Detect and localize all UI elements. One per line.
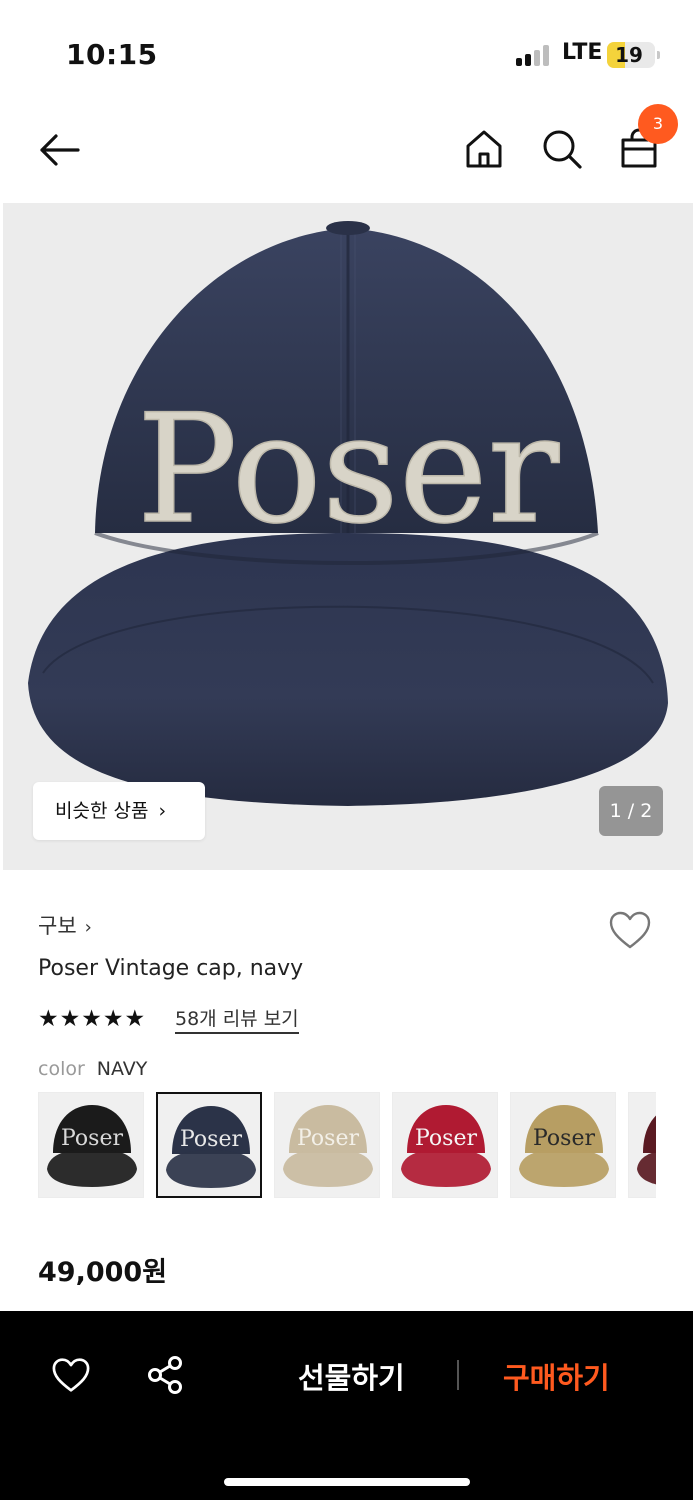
product-name: Poser Vintage cap, navy xyxy=(38,956,304,981)
star-rating: ★★★★★ xyxy=(38,1006,147,1032)
home-icon[interactable] xyxy=(464,128,504,170)
image-pager: 1 / 2 xyxy=(599,786,663,836)
search-icon[interactable] xyxy=(541,128,583,170)
status-bar: 10:15 LTE 19 xyxy=(0,0,693,100)
cap-thumbnail: Poser xyxy=(283,1105,373,1187)
swatch-logo-text: Poser xyxy=(415,1126,477,1151)
cap-logo-text: Poser xyxy=(137,383,560,557)
color-swatches: Poser Poser Poser Poser Poser P xyxy=(38,1092,656,1200)
battery-icon: 19 xyxy=(607,42,660,68)
signal-icon xyxy=(516,44,554,66)
similar-products-button[interactable]: 비슷한 상품 › xyxy=(33,782,205,840)
divider xyxy=(457,1360,459,1390)
swatch-logo-text: Poser xyxy=(61,1126,123,1151)
color-swatch[interactable]: Poser xyxy=(510,1092,616,1198)
reviews-link[interactable]: 58개 리뷰 보기 xyxy=(175,1008,299,1034)
cap-thumbnail: Poser xyxy=(519,1105,609,1187)
chevron-right-icon: › xyxy=(84,917,92,938)
network-type: LTE xyxy=(562,40,603,65)
cap-thumbnail: Poser xyxy=(401,1105,491,1187)
color-swatch[interactable]: Poser xyxy=(392,1092,498,1198)
swatch-logo-text: Poser xyxy=(297,1126,359,1151)
product-image[interactable]: Poser xyxy=(3,203,693,870)
gift-button[interactable]: 선물하기 xyxy=(298,1355,405,1397)
color-label: color xyxy=(38,1058,85,1080)
color-swatch[interactable]: Poser xyxy=(274,1092,380,1198)
chevron-right-icon: › xyxy=(158,800,167,822)
top-nav xyxy=(0,100,693,200)
cart-count-badge: 3 xyxy=(638,104,678,144)
similar-products-label: 비슷한 상품 xyxy=(55,800,149,822)
cap-thumbnail: Poser xyxy=(166,1106,256,1188)
brand-name: 구보 xyxy=(38,914,77,938)
share-icon[interactable] xyxy=(146,1355,184,1395)
battery-level: 19 xyxy=(615,43,643,67)
color-swatch[interactable]: Poser xyxy=(156,1092,262,1198)
cap-illustration: Poser xyxy=(28,221,668,806)
heart-icon[interactable] xyxy=(51,1357,91,1393)
color-value: NAVY xyxy=(96,1058,148,1080)
swatch-logo-text: Poser xyxy=(533,1126,595,1151)
color-row: color NAVY xyxy=(38,1058,147,1080)
buy-button[interactable]: 구매하기 xyxy=(503,1355,610,1397)
home-indicator xyxy=(224,1478,470,1486)
cap-thumbnail: Poser xyxy=(47,1105,137,1187)
product-price: 49,000원 xyxy=(38,1257,168,1288)
color-swatch[interactable]: P xyxy=(628,1092,656,1198)
cap-thumbnail: P xyxy=(637,1115,656,1185)
heart-icon[interactable] xyxy=(608,910,652,950)
swatch-logo-text: Poser xyxy=(180,1127,242,1152)
arrow-left-icon[interactable] xyxy=(36,130,82,170)
color-swatch[interactable]: Poser xyxy=(38,1092,144,1198)
bottom-action-bar xyxy=(0,1311,693,1500)
status-time: 10:15 xyxy=(66,38,158,71)
brand-link[interactable]: 구보 › xyxy=(38,910,92,940)
